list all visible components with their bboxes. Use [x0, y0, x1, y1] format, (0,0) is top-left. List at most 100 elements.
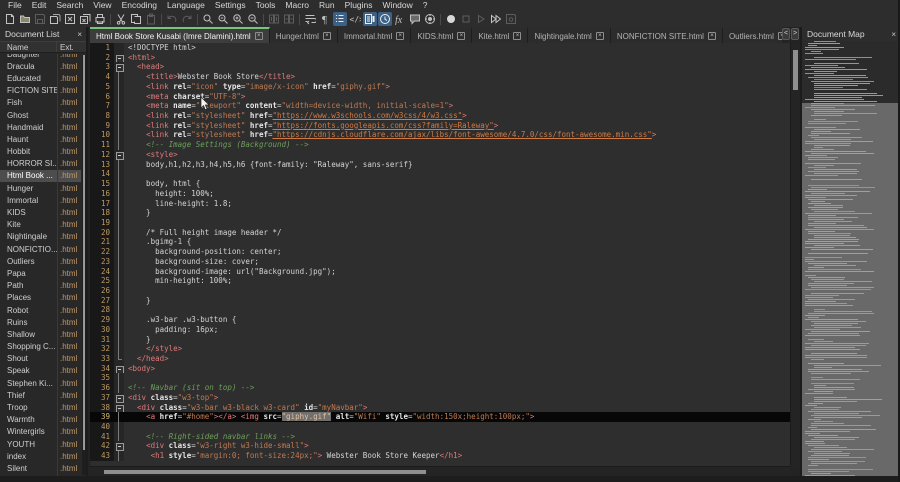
code-line-31[interactable]: 31 }	[90, 334, 790, 345]
fold-collapse-icon[interactable]	[114, 363, 124, 374]
menu-item-file[interactable]: File	[3, 0, 27, 11]
code-line-25[interactable]: 25 min-height: 100%;	[90, 276, 790, 286]
code-area[interactable]: 1 <!DOCTYPE html> 2 <html> 3 <head> 4 <title>…	[90, 43, 790, 461]
code-line-35[interactable]: 35	[90, 373, 790, 384]
code-line-22[interactable]: 22 background-position: center;	[90, 247, 790, 257]
save-icon[interactable]	[33, 12, 47, 26]
code-line-16[interactable]: 16 height: 100%;	[90, 188, 790, 199]
fold-collapse-icon[interactable]	[114, 392, 124, 403]
new-file-icon[interactable]	[3, 12, 17, 26]
code-line-2[interactable]: 2 <html>	[90, 52, 790, 63]
tab-close-icon[interactable]: ×	[707, 32, 716, 40]
indent-guide-icon[interactable]	[332, 12, 347, 26]
file-row-silent[interactable]: Silent .html	[0, 462, 81, 474]
close-icon[interactable]	[63, 12, 77, 26]
code-line-33[interactable]: 33 </head>	[90, 354, 790, 364]
file-row-kite[interactable]: Kite .html	[0, 219, 81, 231]
scrollbar-thumb[interactable]	[83, 55, 85, 450]
clock-icon[interactable]	[377, 12, 392, 26]
code-line-18[interactable]: 18 }	[90, 208, 790, 218]
close-all-icon[interactable]	[78, 12, 92, 26]
file-row-robot[interactable]: Robot .html	[0, 304, 81, 316]
tab-nightingale-html[interactable]: Nightingale.html ×	[528, 27, 611, 43]
file-row-ruins[interactable]: Ruins .html	[0, 316, 81, 328]
editor-vertical-scrollbar[interactable]	[790, 43, 800, 466]
code-editor[interactable]: 1 <!DOCTYPE html> 2 <html> 3 <head> 4 <title>…	[90, 43, 790, 466]
file-row-educated[interactable]: Educated .html	[0, 72, 81, 84]
close-icon[interactable]: ×	[77, 30, 82, 39]
menu-item-edit[interactable]: Edit	[27, 0, 52, 11]
file-row-ghost[interactable]: Ghost .html	[0, 109, 81, 121]
scrollbar-thumb[interactable]	[793, 50, 798, 90]
file-row-haunt[interactable]: Haunt .html	[0, 133, 81, 145]
tab-html-book-store-kusabi-imre-dlamini-html[interactable]: Html Book Store Kusabi (Imre Dlamini).ht…	[90, 27, 270, 43]
tab-nonfiction-site-html[interactable]: NONFICTION SITE.html ×	[610, 27, 723, 43]
undo-icon[interactable]	[165, 12, 179, 26]
code-line-4[interactable]: 4 <title>Webster Book Store</title>	[90, 72, 790, 82]
code-line-7[interactable]: 7 <meta name="viewport" content="width=d…	[90, 101, 790, 112]
eye-icon[interactable]	[423, 12, 437, 26]
scrollbar-thumb[interactable]	[104, 470, 426, 474]
zoom-out-icon[interactable]	[246, 12, 260, 26]
tab-close-icon[interactable]: ×	[254, 32, 263, 40]
fold-collapse-icon[interactable]	[114, 62, 124, 73]
tab-kite-html[interactable]: Kite.html ×	[472, 27, 529, 43]
document-map-minimap[interactable]	[802, 41, 900, 482]
menu-item-run[interactable]: Run	[314, 0, 340, 11]
code-line-27[interactable]: 27 }	[90, 295, 790, 306]
code-line-9[interactable]: 9 <link rel="stylesheet" href="https://f…	[90, 120, 790, 131]
file-row-outliers[interactable]: Outliers .html	[0, 255, 81, 267]
menu-item-language[interactable]: Language	[162, 0, 210, 11]
file-row-troop[interactable]: Troop .html	[0, 401, 81, 413]
file-row-handmaid[interactable]: Handmaid .html	[0, 121, 81, 133]
code-line-37[interactable]: 37 <div class="w3-top">	[90, 392, 790, 403]
code-line-17[interactable]: 17 line-height: 1.8;	[90, 198, 790, 209]
file-row-html-book-[interactable]: Html Book ... .html	[0, 169, 81, 183]
file-row-immortal[interactable]: Immortal .html	[0, 194, 81, 206]
menu-item-tools[interactable]: Tools	[251, 0, 281, 11]
code-line-1[interactable]: 1 <!DOCTYPE html>	[90, 43, 790, 53]
redo-icon[interactable]	[180, 12, 194, 26]
code-line-36[interactable]: 36 <!-- Navbar (sit on top) -->	[90, 383, 790, 393]
code-line-21[interactable]: 21 .bgimg-1 {	[90, 237, 790, 248]
stop-macro-icon[interactable]	[459, 12, 473, 26]
code-line-5[interactable]: 5 <link rel="icon" type="image/x-icon" h…	[90, 81, 790, 92]
tab-close-icon[interactable]: ×	[322, 32, 331, 40]
code-line-41[interactable]: 41 <!-- Right-sided navbar links -->	[90, 431, 790, 442]
document-list-scrollbar[interactable]	[82, 55, 86, 475]
copy-icon[interactable]	[129, 12, 143, 26]
column-header-name[interactable]: Name	[0, 42, 57, 52]
code-line-40[interactable]: 40	[90, 422, 790, 432]
code-line-43[interactable]: 43 <h1 style="margin:0; font-size:24px;"…	[90, 451, 790, 461]
code-line-6[interactable]: 6 <meta charset="UTF-8">	[90, 91, 790, 102]
editor-horizontal-scrollbar[interactable]	[90, 466, 790, 476]
tab-scroll-left-button[interactable]: <	[782, 28, 790, 40]
sync-horizontal-icon[interactable]	[282, 12, 296, 26]
file-row-kids[interactable]: KIDS .html	[0, 206, 81, 218]
file-row-shout[interactable]: Shout .html	[0, 353, 81, 365]
file-row-speak[interactable]: Speak .html	[0, 365, 81, 377]
fold-collapse-icon[interactable]	[114, 441, 124, 452]
code-line-28[interactable]: 28	[90, 305, 790, 316]
play-macro-icon[interactable]	[474, 12, 488, 26]
file-row-stephen-ki-[interactable]: Stephen Ki... .html	[0, 377, 81, 389]
file-row-fiction-site[interactable]: FICTION SITE .html	[0, 85, 81, 97]
code-tags-icon[interactable]: </>	[348, 12, 362, 26]
code-line-24[interactable]: 24 background-image: url("Background.jpg…	[90, 266, 790, 277]
code-line-10[interactable]: 10 <link rel="stylesheet" href="https://…	[90, 130, 790, 141]
file-row-hobbit[interactable]: Hobbit .html	[0, 146, 81, 158]
menu-item-encoding[interactable]: Encoding	[117, 0, 162, 11]
tab-close-icon[interactable]: ×	[396, 32, 405, 40]
cut-icon[interactable]	[114, 12, 128, 26]
code-line-38[interactable]: 38 <div class="w3-bar w3-black w3-card" …	[90, 402, 790, 413]
replace-icon[interactable]	[216, 12, 230, 26]
save-all-icon[interactable]	[48, 12, 62, 26]
code-line-42[interactable]: 42 <div class="w3-right w3-hide-small">	[90, 441, 790, 452]
code-line-8[interactable]: 8 <link rel="stylesheet" href="https://w…	[90, 111, 790, 121]
code-line-39[interactable]: 39 <a href="#home"></a> <img src="giphy.…	[90, 412, 790, 423]
doc-map-icon[interactable]	[362, 12, 377, 26]
file-row-index[interactable]: index .html	[0, 450, 81, 462]
tab-scroll-right-button[interactable]: >	[791, 28, 799, 40]
open-folder-icon[interactable]	[18, 12, 32, 26]
fold-collapse-icon[interactable]	[114, 149, 124, 160]
